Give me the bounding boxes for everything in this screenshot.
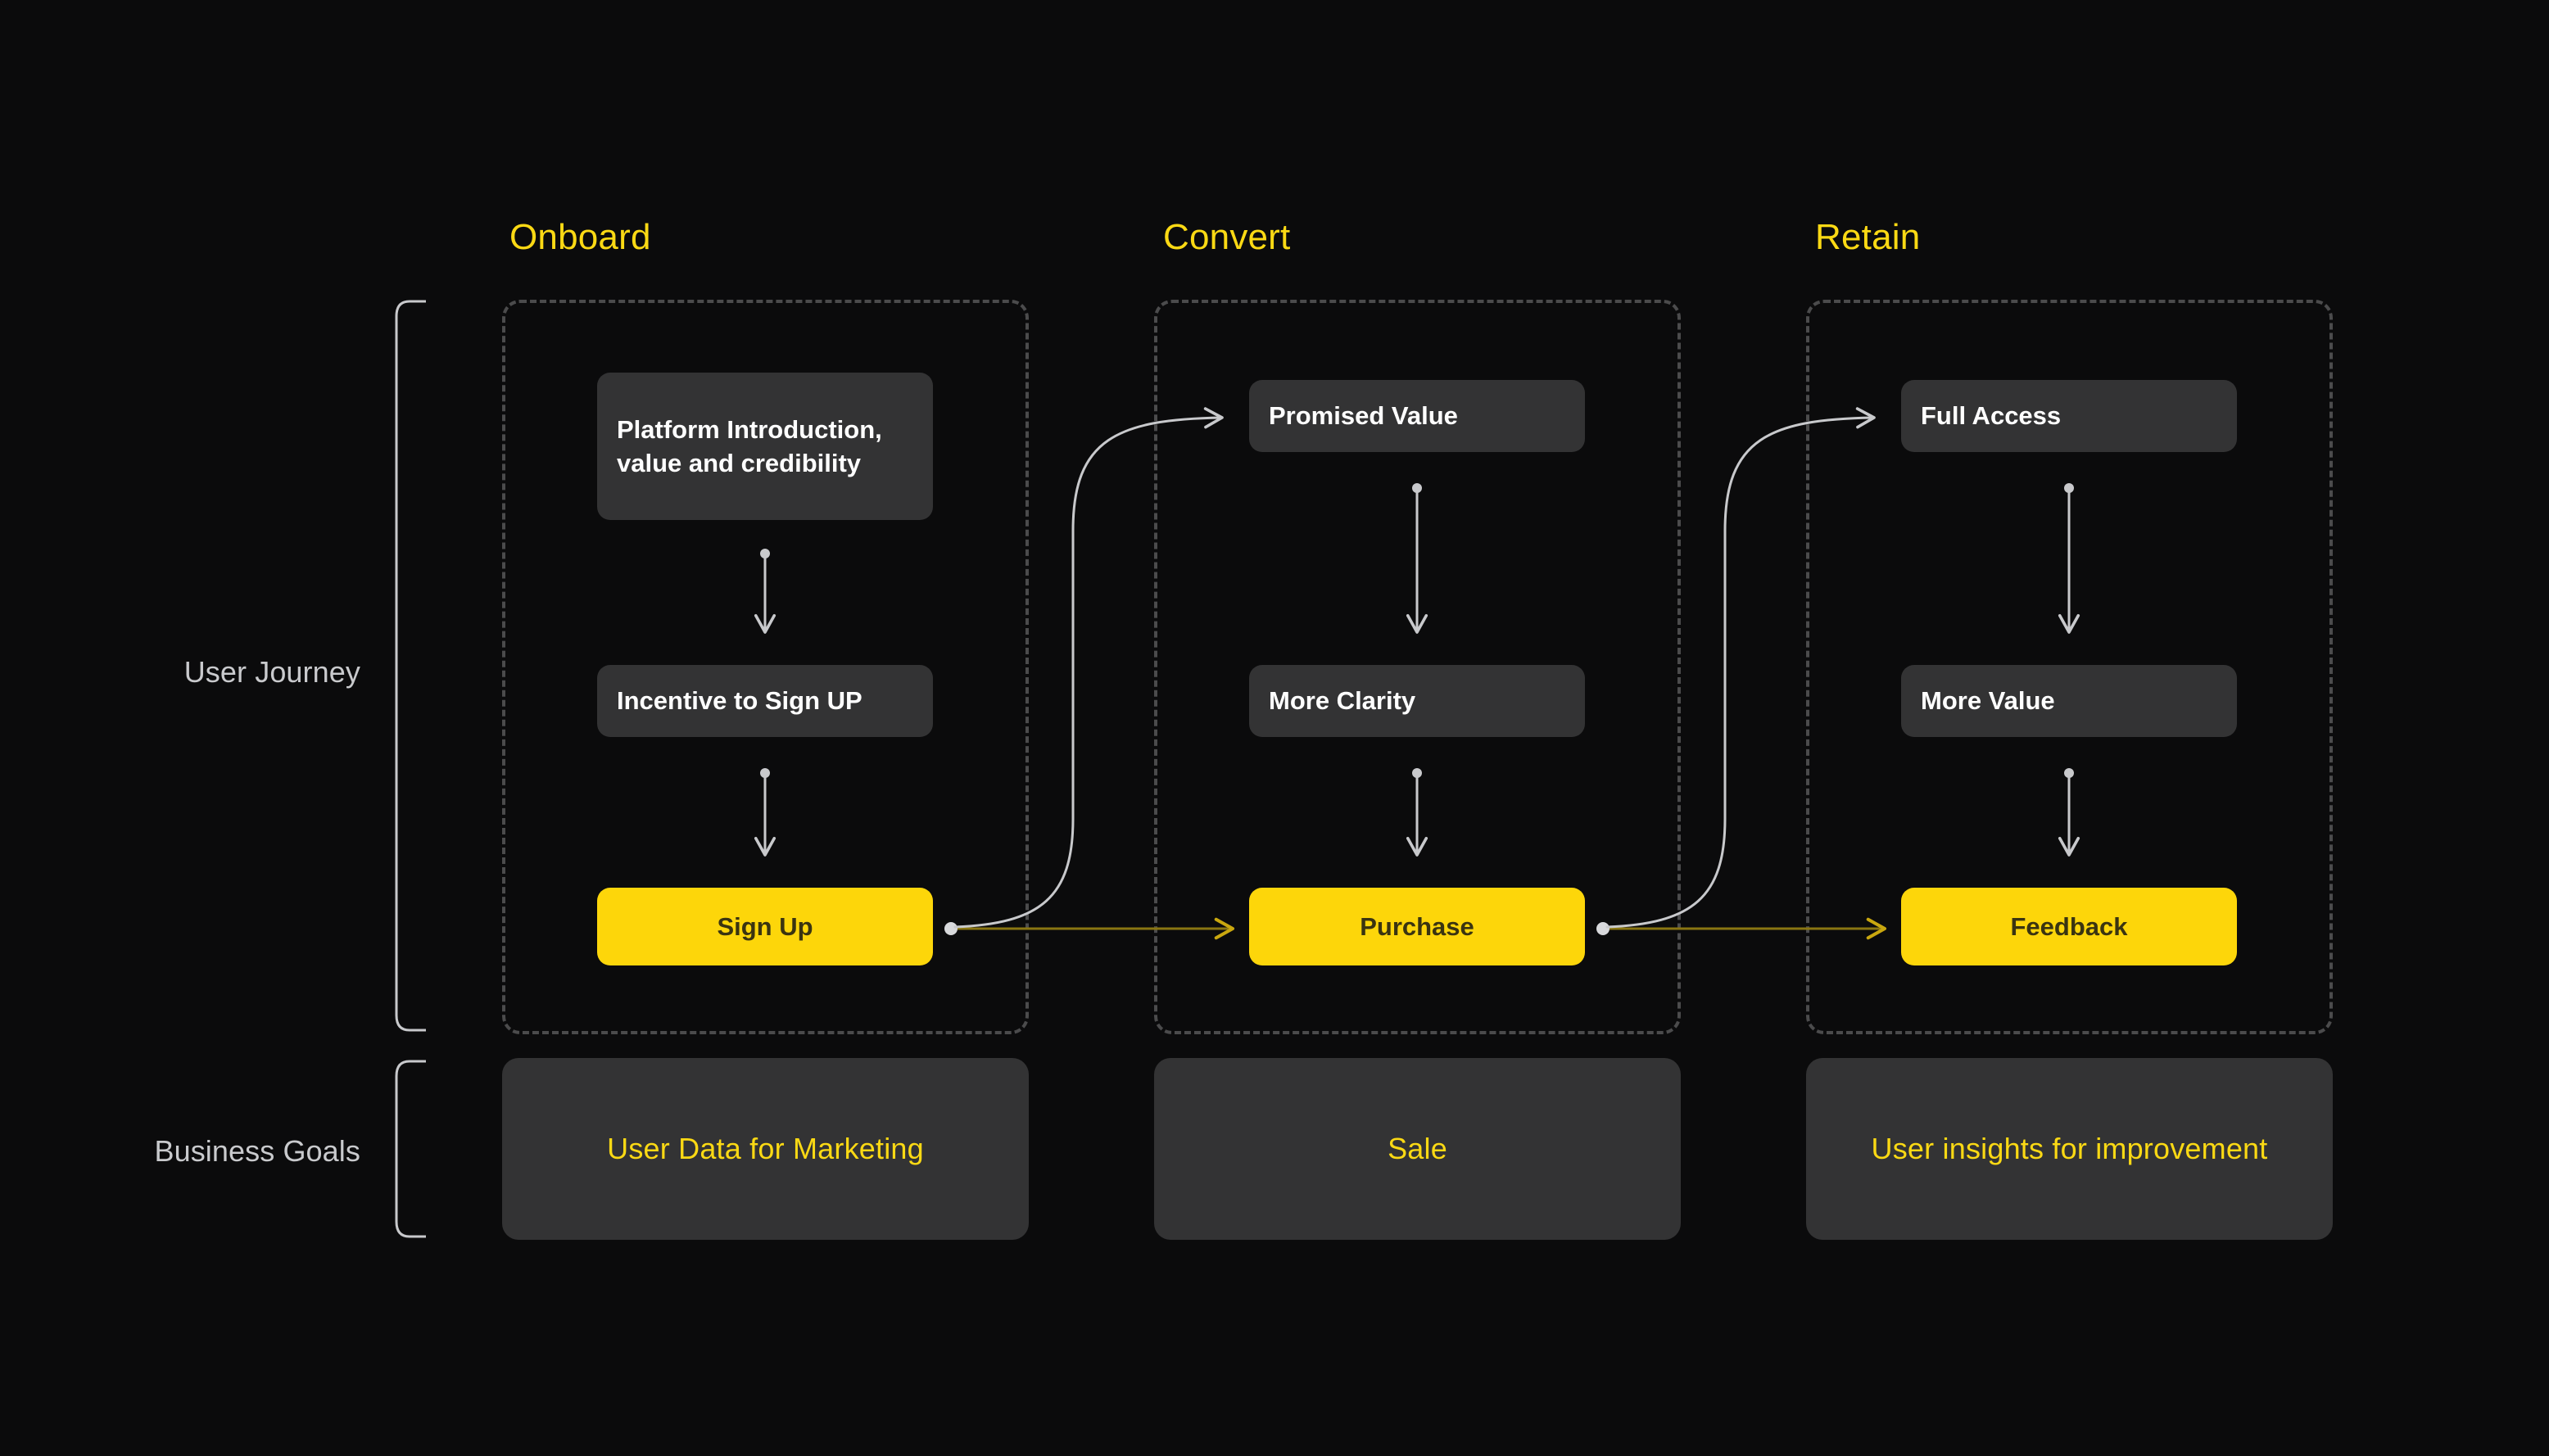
step-label: Incentive to Sign UP [617,686,862,716]
business-goal-onboard[interactable]: User Data for Marketing [502,1058,1029,1240]
step-cta-feedback[interactable]: Feedback [1901,888,2237,965]
journey-map-canvas: User Journey Business Goals Onboard Conv… [0,0,2549,1456]
business-goal-convert[interactable]: Sale [1154,1058,1681,1240]
step-label: Purchase [1360,911,1474,941]
step-card-full-access[interactable]: Full Access [1901,380,2237,452]
step-card-promised-value[interactable]: Promised Value [1249,380,1585,452]
business-goal-label: User insights for improvement [1871,1132,2268,1165]
step-card-incentive-to-sign-up[interactable]: Incentive to Sign UP [597,665,933,737]
step-cta-sign-up[interactable]: Sign Up [597,888,933,965]
column-header-retain: Retain [1815,217,1921,257]
step-label: Sign Up [717,911,813,941]
step-label: More Value [1921,686,2055,716]
row-label-business-goals: Business Goals [154,1134,360,1168]
step-label: Full Access [1921,401,2062,431]
step-label: Promised Value [1269,401,1458,431]
business-goal-label: Sale [1388,1132,1447,1165]
step-label: More Clarity [1269,686,1416,716]
business-goal-label: User Data for Marketing [607,1132,924,1165]
step-card-more-clarity[interactable]: More Clarity [1249,665,1585,737]
step-card-platform-introduction[interactable]: Platform Introduction, value and credibi… [597,373,933,520]
column-header-onboard: Onboard [509,217,651,257]
step-label: Feedback [2010,911,2128,941]
row-label-user-journey: User Journey [183,655,360,689]
business-goal-retain[interactable]: User insights for improvement [1806,1058,2333,1240]
step-card-more-value[interactable]: More Value [1901,665,2237,737]
step-label: Platform Introduction, value and credibi… [617,414,882,477]
bracket-user-journey [395,300,426,1032]
step-cta-purchase[interactable]: Purchase [1249,888,1585,965]
bracket-business-goals [395,1060,426,1238]
column-header-convert: Convert [1163,217,1291,257]
